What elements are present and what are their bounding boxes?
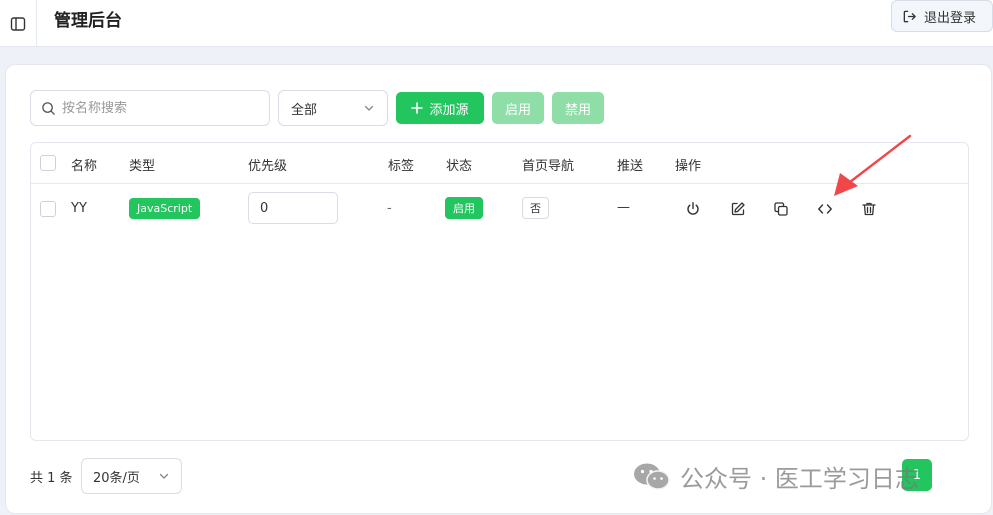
column-header-name: 名称 [71, 159, 98, 174]
total-count: 共 1 条 [30, 471, 73, 486]
column-header-push: 推送 [617, 159, 644, 174]
copy-button[interactable] [771, 199, 791, 219]
watermark: 公众号 · 医工学习日志 [632, 459, 919, 494]
edit-button[interactable] [728, 199, 748, 219]
top-bar: 管理后台 退出登录 [0, 0, 993, 47]
copy-icon [774, 202, 788, 216]
page-size-value: 20条/页 [93, 470, 140, 486]
trash-icon [862, 202, 876, 216]
logout-label: 退出登录 [924, 10, 977, 26]
row-type-badge: JavaScript [129, 198, 201, 219]
watermark-text: 公众号 · 医工学习日志 [680, 465, 919, 493]
column-header-type: 类型 [129, 159, 156, 174]
chevron-down-icon [364, 105, 374, 111]
power-icon [687, 202, 699, 215]
row-push: — [617, 200, 630, 215]
delete-button[interactable] [859, 199, 879, 219]
table-header: 名称 类型 优先级 标签 状态 首页导航 推送 操作 [31, 143, 968, 184]
sources-table: 名称 类型 优先级 标签 状态 首页导航 推送 操作 YY JavaScript… [30, 142, 969, 441]
enable-button[interactable]: 启用 [492, 92, 544, 124]
search-box[interactable] [30, 90, 270, 126]
search-icon [42, 101, 55, 115]
logout-button[interactable]: 退出登录 [891, 0, 993, 32]
add-source-button[interactable]: 添加源 [396, 92, 484, 124]
page-title: 管理后台 [54, 11, 122, 31]
code-icon [818, 204, 832, 214]
chevron-down-icon [159, 473, 169, 479]
toggle-power-button[interactable] [683, 199, 703, 219]
priority-input[interactable] [248, 192, 338, 224]
column-header-status: 状态 [446, 159, 473, 174]
row-tags: - [387, 201, 392, 216]
search-input[interactable] [62, 100, 252, 116]
view-code-button[interactable] [815, 199, 835, 219]
page-size-select[interactable]: 20条/页 [81, 458, 182, 494]
sidebar-panel-icon [10, 16, 26, 31]
logout-icon [903, 10, 916, 22]
sources-panel: 全部 添加源 启用 禁用 名称 类型 优先级 标签 状态 首页导航 推送 操作 … [5, 64, 992, 514]
type-filter-value: 全部 [291, 102, 318, 118]
add-source-label: 添加源 [429, 102, 469, 118]
select-all-checkbox[interactable] [40, 155, 56, 171]
row-status-badge: 启用 [445, 197, 483, 219]
row-checkbox[interactable] [40, 201, 56, 217]
column-header-tags: 标签 [388, 159, 415, 174]
row-name: YY [71, 201, 87, 216]
plus-icon [411, 102, 424, 114]
column-header-actions: 操作 [675, 159, 702, 174]
type-filter-select[interactable]: 全部 [278, 90, 388, 126]
table-row: YY JavaScript - 启用 否 — [31, 185, 968, 233]
column-header-priority: 优先级 [248, 159, 288, 174]
disable-button[interactable]: 禁用 [552, 92, 604, 124]
wechat-icon [634, 463, 670, 490]
edit-icon [731, 202, 745, 216]
column-header-home-nav: 首页导航 [522, 159, 575, 174]
sidebar-toggle-button[interactable] [0, 0, 37, 47]
row-home-nav-badge: 否 [522, 197, 549, 219]
